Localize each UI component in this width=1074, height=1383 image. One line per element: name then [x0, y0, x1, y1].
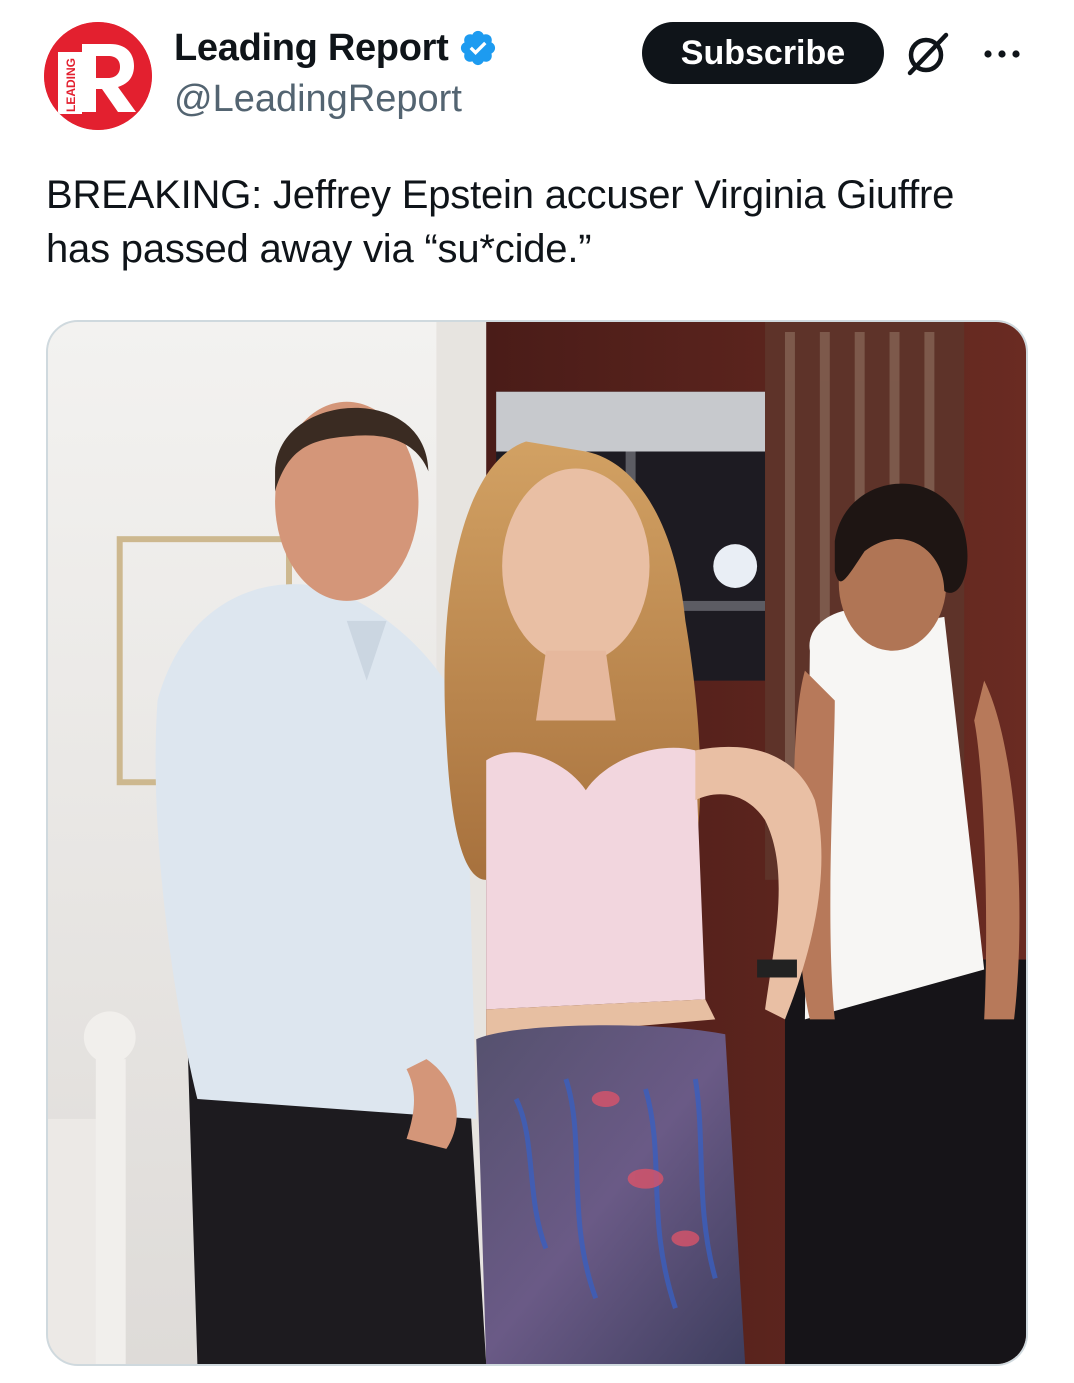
photo-illustration [48, 322, 1026, 1364]
post: LEADING Leading Report @LeadingReport Su… [0, 0, 1074, 1383]
svg-text:LEADING: LEADING [64, 58, 78, 112]
more-icon[interactable] [978, 38, 1026, 70]
verified-badge-icon[interactable] [458, 28, 498, 68]
subscribe-button[interactable]: Subscribe [642, 22, 884, 84]
grok-icon[interactable] [902, 29, 952, 79]
author-block: Leading Report @LeadingReport [174, 24, 498, 121]
author-display-name[interactable]: Leading Report [174, 27, 449, 70]
author-avatar[interactable]: LEADING [44, 22, 152, 130]
leading-report-logo-icon: LEADING [44, 22, 152, 130]
post-media-photo[interactable] [46, 320, 1028, 1366]
name-row: Leading Report [174, 24, 498, 72]
author-handle[interactable]: @LeadingReport [174, 78, 498, 121]
post-text: BREAKING: Jeffrey Epstein accuser Virgin… [46, 173, 955, 271]
